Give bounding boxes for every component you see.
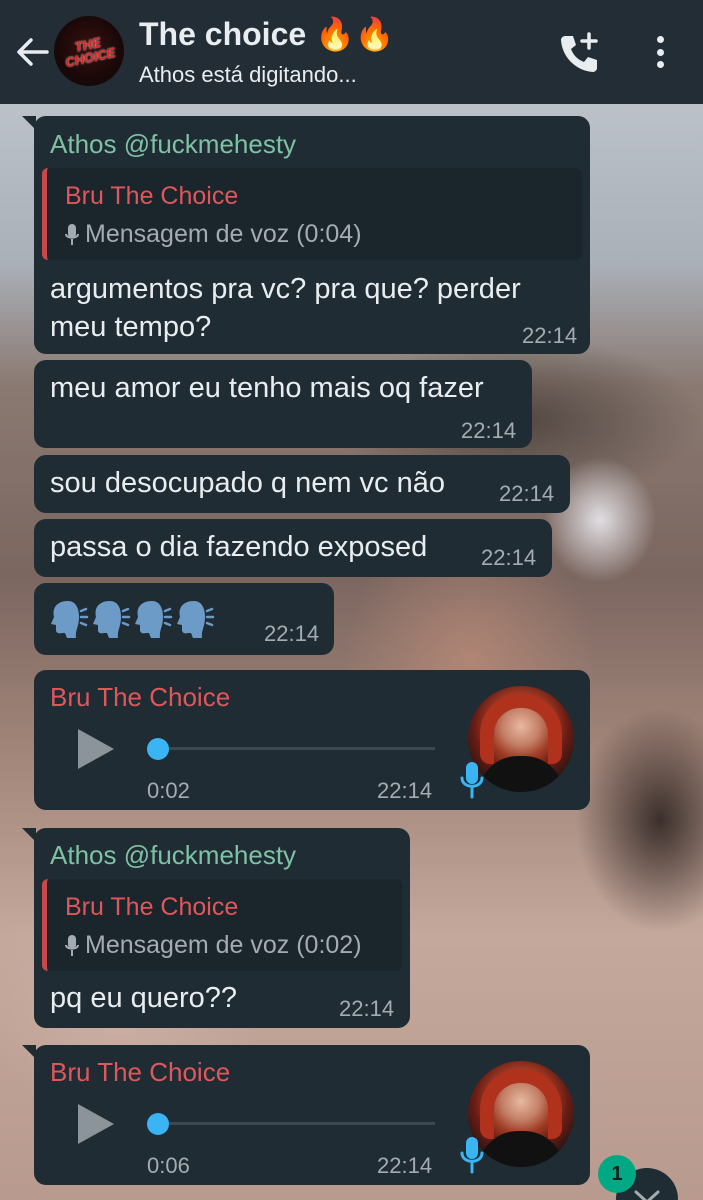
quoted-sender: Bru The Choice (65, 182, 239, 210)
quoted-sender: Bru The Choice (65, 893, 239, 921)
play-button[interactable] (76, 727, 116, 771)
message-time: 22:14 (522, 323, 578, 348)
voice-progress-handle[interactable] (147, 738, 169, 760)
speaking-head-emoji (93, 601, 131, 638)
unread-count-badge: 1 (598, 1155, 636, 1193)
add-call-button[interactable] (556, 30, 602, 76)
message-text: meu amor eu tenho mais oq fazer (50, 372, 484, 404)
message-bubble[interactable]: Athos @fuckmehesty Bru The Choice Mensag… (22, 116, 590, 354)
voice-progress-handle[interactable] (147, 1113, 169, 1135)
message-text: passa o dia fazendo exposed (50, 531, 428, 563)
message-text: sou desocupado q nem vc não (50, 467, 445, 499)
back-button[interactable] (10, 30, 54, 74)
message-bubble[interactable]: sou desocupado q nem vc não 22:14 (34, 455, 570, 513)
sender-name[interactable]: Bru The Choice (50, 1057, 230, 1088)
chat-title[interactable]: The choice 🔥🔥 (139, 15, 395, 53)
chat-header: THE CHOICE The choice 🔥🔥 Athos está digi… (0, 0, 703, 104)
message-bubble[interactable]: 22:14 (34, 583, 334, 655)
chevron-down-icon (634, 1190, 660, 1200)
quoted-message[interactable]: Bru The Choice Mensagem de voz (0:04) (42, 168, 582, 260)
message-time: 22:14 (339, 996, 395, 1021)
more-options-button[interactable] (646, 32, 674, 72)
message-bubble[interactable]: meu amor eu tenho mais oq fazer 22:14 (34, 360, 532, 448)
more-vert-icon (656, 36, 664, 43)
sender-name[interactable]: Athos @fuckmehesty (50, 840, 296, 871)
voice-duration: 0:06 (147, 1153, 190, 1178)
sender-name[interactable]: Athos @fuckmehesty (50, 129, 296, 160)
mic-icon (65, 934, 79, 956)
typing-status: Athos está digitando... (139, 62, 357, 87)
quoted-text: Mensagem de voz (0:04) (65, 220, 362, 249)
voice-duration: 0:02 (147, 778, 190, 803)
quoted-message[interactable]: Bru The Choice Mensagem de voz (0:02) (42, 879, 402, 971)
mic-icon (460, 762, 484, 799)
back-arrow-icon (17, 38, 49, 66)
speaking-head-emoji (51, 601, 89, 638)
speaking-head-emoji (177, 601, 215, 638)
group-avatar[interactable]: THE CHOICE (54, 16, 124, 86)
message-text: pq eu quero?? (50, 982, 238, 1014)
mic-icon (460, 1137, 484, 1174)
voice-message-bubble[interactable]: Bru The Choice 0:02 22:14 (34, 670, 590, 810)
play-button[interactable] (76, 1102, 116, 1146)
message-time: 22:14 (481, 545, 537, 570)
quoted-text: Mensagem de voz (0:02) (65, 931, 362, 960)
voice-message-bubble[interactable]: Bru The Choice 0:06 22:14 (22, 1045, 590, 1185)
message-time: 22:14 (264, 621, 320, 646)
emoji-row (48, 597, 216, 639)
message-time: 22:14 (461, 418, 517, 443)
message-bubble[interactable]: passa o dia fazendo exposed 22:14 (34, 519, 552, 577)
add-call-icon (561, 32, 598, 72)
voice-progress-track[interactable] (158, 1122, 435, 1125)
sender-name[interactable]: Bru The Choice (50, 682, 230, 713)
message-time: 22:14 (499, 481, 555, 506)
mic-icon (65, 223, 79, 245)
voice-progress-track[interactable] (158, 747, 435, 750)
group-logo: THE CHOICE (64, 34, 117, 70)
message-text: argumentos pra vc? pra que? perder meu t… (50, 273, 521, 343)
message-time: 22:14 (377, 1153, 433, 1178)
speaking-head-emoji (135, 601, 173, 638)
message-bubble[interactable]: Athos @fuckmehesty Bru The Choice Mensag… (22, 828, 410, 1028)
message-time: 22:14 (377, 778, 433, 803)
